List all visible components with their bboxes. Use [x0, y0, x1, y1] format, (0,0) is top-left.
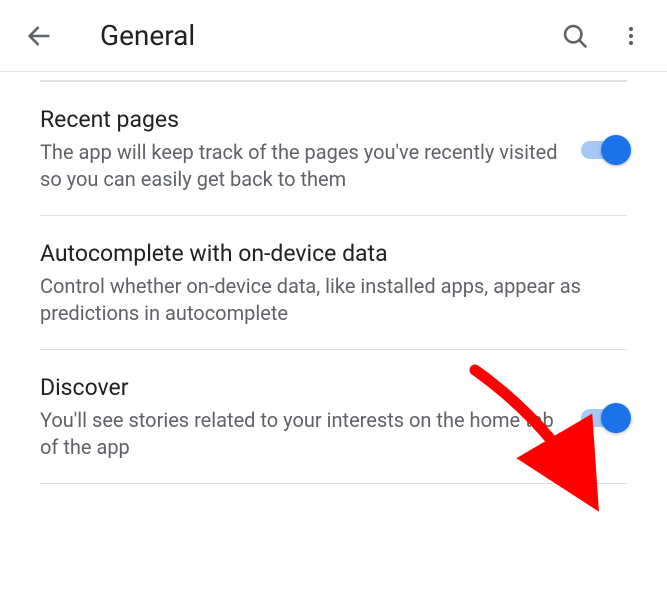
setting-recent-pages[interactable]: Recent pages The app will keep track of …: [40, 82, 627, 216]
discover-toggle[interactable]: [581, 405, 627, 431]
setting-description: The app will keep track of the pages you…: [40, 139, 561, 193]
setting-description: Control whether on-device data, like ins…: [40, 273, 607, 327]
back-arrow-icon: [25, 22, 53, 50]
setting-autocomplete[interactable]: Autocomplete with on-device data Control…: [40, 216, 627, 350]
recent-pages-toggle[interactable]: [581, 137, 627, 163]
toggle-thumb: [601, 403, 631, 433]
setting-discover[interactable]: Discover You'll see stories related to y…: [40, 350, 627, 484]
setting-text: Autocomplete with on-device data Control…: [40, 240, 627, 327]
setting-title: Autocomplete with on-device data: [40, 240, 607, 267]
toggle-thumb: [601, 135, 631, 165]
setting-title: Recent pages: [40, 106, 561, 133]
setting-text: Recent pages The app will keep track of …: [40, 106, 581, 193]
search-button[interactable]: [553, 14, 597, 58]
setting-text: Discover You'll see stories related to y…: [40, 374, 581, 461]
more-menu-button[interactable]: [615, 14, 647, 58]
app-header: General: [0, 0, 667, 72]
setting-description: You'll see stories related to your inter…: [40, 407, 561, 461]
page-title: General: [100, 19, 553, 52]
setting-title: Discover: [40, 374, 561, 401]
search-icon: [561, 22, 589, 50]
back-button[interactable]: [20, 17, 58, 55]
settings-list: Recent pages The app will keep track of …: [0, 80, 667, 484]
more-vert-icon: [619, 24, 643, 48]
